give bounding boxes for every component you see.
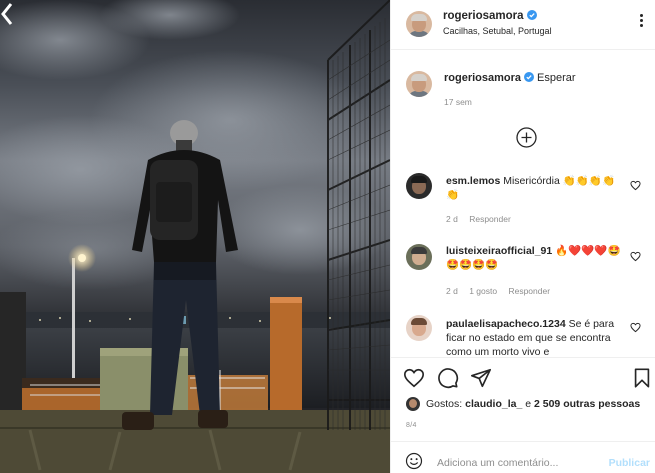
- add-comment-bar: Adiciona um comentário... Publicar: [391, 441, 655, 473]
- comment-line: paulaelisapacheco.1234 Se é para ficar n…: [446, 317, 624, 357]
- post-date[interactable]: 8/4: [406, 422, 417, 429]
- likes-conj: e: [525, 398, 532, 410]
- heart-icon[interactable]: [630, 322, 641, 333]
- comment-icon[interactable]: [437, 367, 459, 389]
- heart-icon[interactable]: [403, 367, 425, 389]
- chevron-left-icon[interactable]: [0, 0, 14, 28]
- likes-user[interactable]: claudio_la_: [465, 398, 522, 410]
- action-bar: [391, 357, 655, 397]
- post-side-panel: rogeriosamora Cacilhas, Setubal, Portuga…: [390, 0, 655, 473]
- emoji-icon[interactable]: [405, 452, 423, 470]
- likes-prefix: Gostos:: [426, 398, 463, 410]
- likes-count[interactable]: 2 509 outras pessoas: [534, 398, 640, 410]
- publish-button[interactable]: Publicar: [609, 457, 650, 469]
- post-photo[interactable]: [0, 0, 390, 473]
- likes-text: Gostos: claudio_la_ e 2 509 outras pesso…: [426, 397, 640, 411]
- photo-scene: [0, 0, 390, 473]
- bookmark-icon[interactable]: [631, 367, 653, 389]
- avatar[interactable]: [406, 397, 420, 411]
- avatar[interactable]: [406, 315, 432, 341]
- comment-input[interactable]: Adiciona um comentário...: [437, 457, 558, 469]
- share-icon[interactable]: [470, 367, 492, 389]
- comment-username[interactable]: paulaelisapacheco.1234: [446, 318, 566, 330]
- comment-item: paulaelisapacheco.1234 Se é para ficar n…: [391, 0, 655, 357]
